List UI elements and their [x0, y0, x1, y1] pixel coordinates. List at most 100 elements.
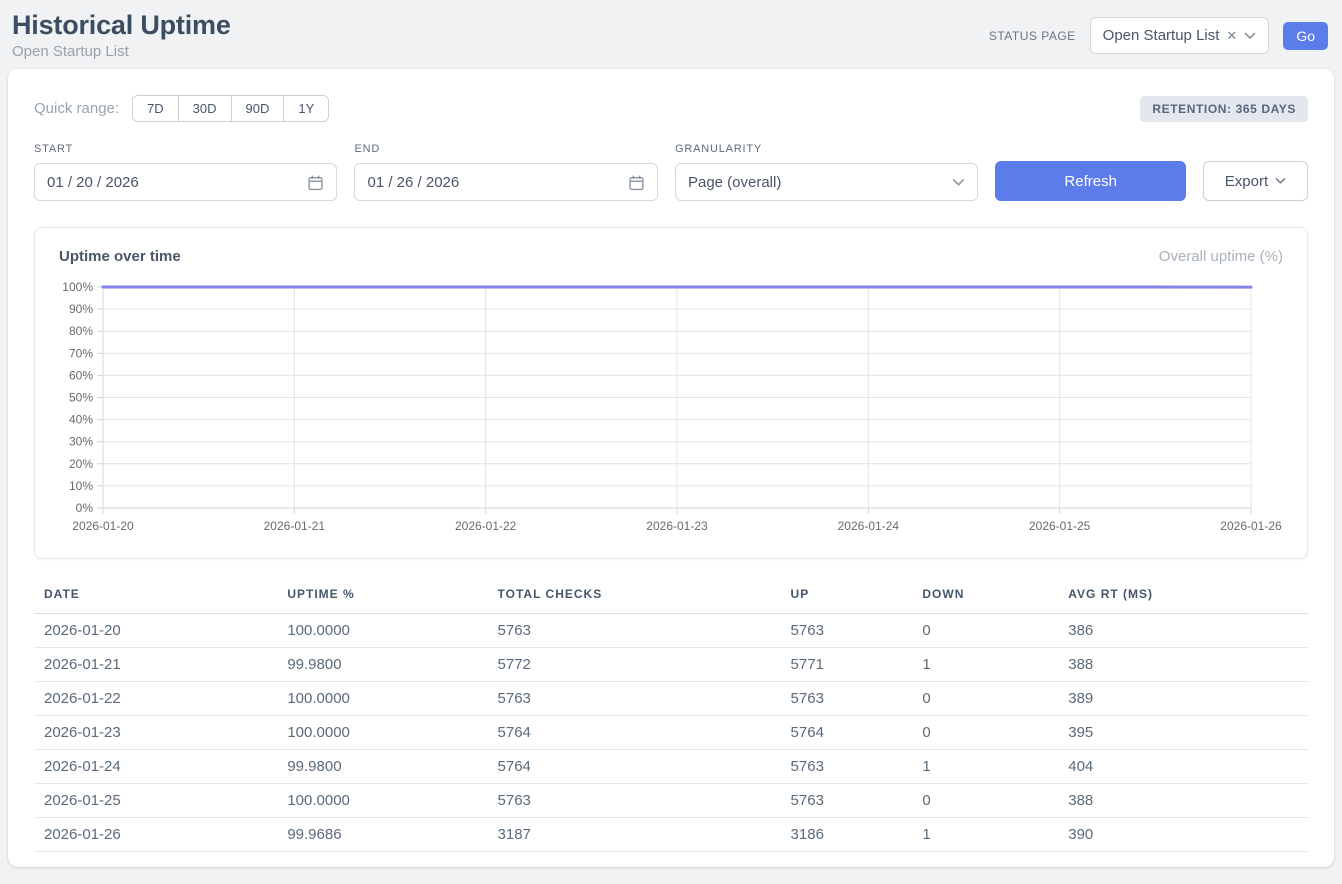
column-header: UPTIME %: [277, 583, 487, 614]
quick-range-label: Quick range:: [34, 100, 119, 117]
table-cell: 5763: [488, 784, 781, 818]
table-cell: 2026-01-21: [34, 648, 277, 682]
calendar-icon[interactable]: [628, 174, 645, 191]
table-row: 2026-01-20100.0000576357630386: [34, 614, 1308, 648]
quick-range-group: 7D30D90D1Y: [132, 95, 329, 122]
column-header: DOWN: [912, 583, 1058, 614]
table-cell: 2026-01-20: [34, 614, 277, 648]
quick-range-1y[interactable]: 1Y: [283, 96, 328, 121]
table-cell: 389: [1058, 682, 1308, 716]
granularity-select[interactable]: Page (overall): [675, 163, 978, 201]
table-cell: 2026-01-26: [34, 818, 277, 852]
table-row: 2026-01-2499.9800576457631404: [34, 750, 1308, 784]
start-date-field: START 01 / 20 / 2026: [34, 143, 337, 201]
table-cell: 1: [912, 750, 1058, 784]
quick-range-30d[interactable]: 30D: [178, 96, 231, 121]
quick-range-90d[interactable]: 90D: [231, 96, 284, 121]
table-cell: 5764: [781, 716, 913, 750]
y-axis-tick-label: 20%: [69, 457, 93, 471]
x-axis-tick-label: 2026-01-22: [455, 519, 517, 533]
table-cell: 388: [1058, 648, 1308, 682]
y-axis-tick-label: 50%: [69, 391, 93, 405]
column-header: AVG RT (MS): [1058, 583, 1308, 614]
column-header: TOTAL CHECKS: [488, 583, 781, 614]
table-cell: 5772: [488, 648, 781, 682]
table-row: 2026-01-23100.0000576457640395: [34, 716, 1308, 750]
export-button-label: Export: [1225, 173, 1268, 190]
y-axis-tick-label: 100%: [62, 280, 93, 294]
start-date-input[interactable]: 01 / 20 / 2026: [34, 163, 337, 201]
filters-row: START 01 / 20 / 2026 END 01 / 26 / 2026: [34, 143, 1308, 201]
page-title: Historical Uptime: [12, 9, 231, 41]
table-cell: 100.0000: [277, 682, 487, 716]
end-date-input[interactable]: 01 / 26 / 2026: [354, 163, 657, 201]
go-button[interactable]: Go: [1283, 22, 1328, 50]
refresh-button[interactable]: Refresh: [995, 161, 1185, 201]
table-cell: 386: [1058, 614, 1308, 648]
main-card: Quick range: 7D30D90D1Y RETENTION: 365 D…: [8, 69, 1334, 867]
table-cell: 5763: [781, 784, 913, 818]
table-cell: 5763: [488, 614, 781, 648]
table-cell: 100.0000: [277, 784, 487, 818]
status-page-label: STATUS PAGE: [989, 29, 1076, 43]
table-cell: 1: [912, 648, 1058, 682]
granularity-value: Page (overall): [688, 174, 781, 191]
table-cell: 99.9800: [277, 648, 487, 682]
title-block: Historical Uptime Open Startup List: [12, 9, 231, 60]
column-header: DATE: [34, 583, 277, 614]
end-date-value: 01 / 26 / 2026: [367, 174, 459, 191]
y-axis-tick-label: 10%: [69, 479, 93, 493]
table-cell: 0: [912, 682, 1058, 716]
table-cell: 3187: [488, 818, 781, 852]
y-axis-tick-label: 30%: [69, 435, 93, 449]
table-cell: 2026-01-23: [34, 716, 277, 750]
end-date-label: END: [354, 143, 657, 155]
clear-icon[interactable]: ✕: [1225, 29, 1238, 42]
x-axis-tick-label: 2026-01-21: [264, 519, 326, 533]
table-cell: 404: [1058, 750, 1308, 784]
y-axis-tick-label: 40%: [69, 413, 93, 427]
table-cell: 1: [912, 818, 1058, 852]
column-header: UP: [781, 583, 913, 614]
chart-card: Uptime over time Overall uptime (%) 100%…: [34, 227, 1308, 559]
quick-range-7d[interactable]: 7D: [133, 96, 178, 121]
y-axis-tick-label: 80%: [69, 324, 93, 338]
table-cell: 0: [912, 784, 1058, 818]
table-cell: 5763: [781, 750, 913, 784]
x-axis-tick-label: 2026-01-20: [72, 519, 134, 533]
chart-title: Uptime over time: [59, 248, 181, 265]
uptime-table: DATEUPTIME %TOTAL CHECKSUPDOWNAVG RT (MS…: [34, 583, 1308, 852]
y-axis-tick-label: 70%: [69, 346, 93, 360]
status-page-select-value: Open Startup List: [1103, 27, 1220, 44]
calendar-icon[interactable]: [307, 174, 324, 191]
table-cell: 3186: [781, 818, 913, 852]
granularity-field: GRANULARITY Page (overall): [675, 143, 978, 201]
y-axis-tick-label: 60%: [69, 368, 93, 382]
granularity-label: GRANULARITY: [675, 143, 978, 155]
chart-area: 100%90%80%70%60%50%40%30%20%10%0%2026-01…: [59, 277, 1283, 548]
start-date-value: 01 / 20 / 2026: [47, 174, 139, 191]
retention-badge: RETENTION: 365 DAYS: [1140, 96, 1308, 122]
table-cell: 390: [1058, 818, 1308, 852]
table-cell: 5771: [781, 648, 913, 682]
y-axis-tick-label: 0%: [76, 501, 94, 515]
uptime-table-wrap: DATEUPTIME %TOTAL CHECKSUPDOWNAVG RT (MS…: [34, 583, 1308, 852]
table-cell: 5763: [488, 682, 781, 716]
chevron-down-icon: [1244, 32, 1256, 40]
table-cell: 100.0000: [277, 614, 487, 648]
table-cell: 2026-01-24: [34, 750, 277, 784]
x-axis-tick-label: 2026-01-26: [1220, 519, 1282, 533]
uptime-chart: 100%90%80%70%60%50%40%30%20%10%0%2026-01…: [59, 277, 1285, 543]
table-row: 2026-01-22100.0000576357630389: [34, 682, 1308, 716]
table-cell: 5764: [488, 716, 781, 750]
table-cell: 388: [1058, 784, 1308, 818]
page-header: Historical Uptime Open Startup List STAT…: [0, 0, 1342, 60]
table-cell: 2026-01-22: [34, 682, 277, 716]
table-cell: 5763: [781, 614, 913, 648]
table-body: 2026-01-20100.00005763576303862026-01-21…: [34, 614, 1308, 852]
export-button[interactable]: Export: [1203, 161, 1308, 201]
x-axis-tick-label: 2026-01-25: [1029, 519, 1091, 533]
table-cell: 0: [912, 614, 1058, 648]
status-page-select[interactable]: Open Startup List ✕: [1090, 17, 1270, 54]
quick-range-row: Quick range: 7D30D90D1Y RETENTION: 365 D…: [34, 95, 1308, 122]
